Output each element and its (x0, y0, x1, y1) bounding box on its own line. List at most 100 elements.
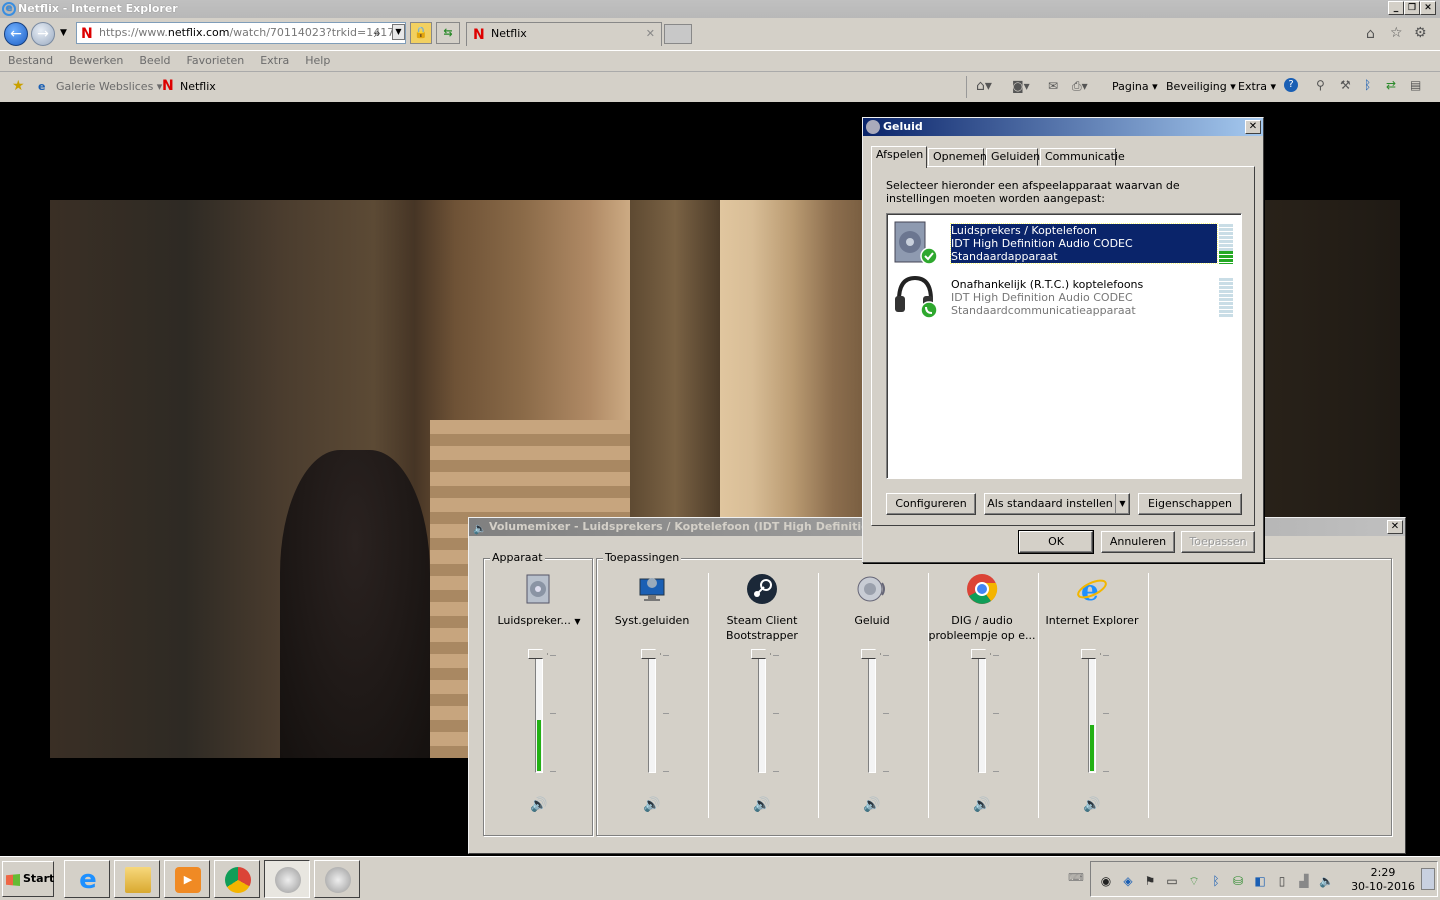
taskbar-chrome[interactable] (214, 860, 260, 898)
device-item-speakers[interactable]: Luidsprekers / Koptelefoon IDT High Defi… (889, 216, 1239, 266)
app-volume-track[interactable] (978, 655, 986, 773)
network-icon[interactable]: ⛁ (1231, 874, 1245, 888)
chevron-down-icon[interactable]: ▼ (1115, 494, 1129, 514)
taskbar-media-player[interactable]: ▶ (164, 860, 210, 898)
back-button[interactable]: ← (4, 22, 28, 46)
power-icon[interactable]: ▯ (1275, 874, 1289, 888)
gear-icon[interactable]: ⚙ (1414, 25, 1427, 41)
taskbar-ie[interactable]: e (64, 860, 110, 898)
apply-button[interactable]: Toepassen (1181, 531, 1255, 553)
device-volume-track[interactable] (535, 655, 543, 773)
home-cmd-icon[interactable]: ⌂▾ (976, 78, 992, 94)
mute-speaker-icon[interactable]: 🔊 (1082, 797, 1102, 813)
bluetooth-icon[interactable]: ᛒ (1364, 78, 1371, 92)
show-desktop-button[interactable] (1421, 868, 1435, 890)
set-default-button[interactable]: Als standaard instellen ▼ (984, 493, 1130, 515)
device-name[interactable]: Luidspreker... ▼ (484, 613, 594, 629)
ok-button[interactable]: OK (1018, 530, 1094, 554)
app-volume-slider[interactable] (641, 649, 661, 659)
menu-bestand[interactable]: Bestand (0, 51, 61, 71)
restore-button[interactable]: ❐ (1404, 1, 1420, 15)
clock[interactable]: 2:29 30-10-2016 (1351, 866, 1415, 894)
taskbar-sound[interactable] (264, 860, 310, 898)
refresh-icon[interactable]: ⇆ (436, 22, 460, 44)
lock-icon[interactable]: 🔒 (410, 22, 432, 44)
tab-geluiden[interactable]: Geluiden (986, 148, 1040, 166)
tab-communicatie[interactable]: Communicatie (1040, 148, 1125, 166)
new-tab-button[interactable] (664, 24, 692, 44)
mute-speaker-icon[interactable]: 🔊 (752, 797, 772, 813)
device-volume-slider[interactable] (528, 649, 548, 659)
app-volume-slider[interactable] (971, 649, 991, 659)
send-icon[interactable]: ⇄ (1386, 78, 1396, 92)
clock-time: 2:29 (1370, 866, 1396, 879)
history-dropdown-icon[interactable]: ▼ (60, 28, 67, 38)
configure-button[interactable]: Configureren (886, 493, 976, 515)
steam-tray-icon[interactable]: ◉ (1099, 874, 1113, 888)
mute-speaker-icon[interactable]: 🔊 (642, 797, 662, 813)
search-icon[interactable]: ⌕ (374, 26, 381, 41)
close-button[interactable]: ✕ (1420, 1, 1436, 15)
app-volume-track[interactable] (1088, 655, 1096, 773)
app-volume-slider[interactable] (861, 649, 881, 659)
chrome-icon (967, 574, 998, 604)
address-bar[interactable]: N https://www.netflix.com/watch/70114023… (76, 22, 406, 44)
sound-close-button[interactable]: ✕ (1245, 120, 1261, 134)
tab-netflix[interactable]: N Netflix ✕ (466, 22, 662, 46)
bluetooth-tray-icon[interactable]: ᛒ (1209, 874, 1223, 888)
close-tab-icon[interactable]: ✕ (646, 23, 655, 45)
tools-menu[interactable]: Extra ▾ (1238, 80, 1276, 93)
home-icon[interactable]: ⌂ (1366, 26, 1375, 42)
playback-device-list[interactable]: Luidsprekers / Koptelefoon IDT High Defi… (886, 213, 1242, 479)
security-menu[interactable]: Beveiliging ▾ (1166, 80, 1236, 93)
app-volume-slider[interactable] (1081, 649, 1101, 659)
menu-favorieten[interactable]: Favorieten (179, 51, 253, 71)
favorites-star-icon[interactable]: ☆ (1390, 25, 1403, 41)
volume-tray-icon[interactable]: 🔈 (1319, 874, 1334, 888)
menu-help[interactable]: Help (297, 51, 338, 71)
menu-bewerken[interactable]: Bewerken (61, 51, 131, 71)
cancel-button[interactable]: Annuleren (1101, 531, 1175, 553)
tab-afspelen[interactable]: Afspelen (871, 146, 927, 168)
app-volume-track[interactable] (648, 655, 656, 773)
chevron-down-icon: ▼ (574, 617, 581, 626)
print-icon[interactable]: ⎙▾ (1072, 79, 1088, 94)
app-volume-track[interactable] (758, 655, 766, 773)
menu-extra[interactable]: Extra (252, 51, 297, 71)
taskbar-explorer[interactable] (114, 860, 160, 898)
app-volume-slider[interactable] (751, 649, 771, 659)
menu-beeld[interactable]: Beeld (131, 51, 178, 71)
action-center-icon[interactable]: ◧ (1253, 874, 1267, 888)
wifi-icon[interactable]: ⌔ (1187, 874, 1201, 888)
device-mute-speaker-icon[interactable]: 🔊 (529, 797, 549, 813)
help-icon[interactable]: ? (1284, 78, 1298, 92)
set-default-label: Als standaard instellen (987, 497, 1113, 510)
settings-addon-icon[interactable]: ⚒ (1340, 78, 1351, 92)
onenote-icon[interactable]: ▤ (1410, 78, 1421, 92)
sound-titlebar[interactable]: Geluid ✕ (863, 118, 1263, 136)
mail-icon[interactable]: ✉ (1048, 79, 1058, 93)
signal-icon[interactable]: ▟ (1297, 874, 1311, 888)
fav-netflix-link[interactable]: Netflix (180, 80, 216, 93)
forward-button[interactable]: → (31, 22, 55, 46)
research-icon[interactable]: ⚲ (1316, 78, 1325, 92)
shield-icon[interactable]: ◈ (1121, 874, 1135, 888)
tab-opnemen[interactable]: Opnemen (928, 148, 987, 166)
monitor-icon[interactable]: ▭ (1165, 874, 1179, 888)
minimize-button[interactable]: _ (1388, 1, 1404, 15)
device-item-headphones[interactable]: Onafhankelijk (R.T.C.) koptelefoons IDT … (889, 270, 1239, 320)
mute-speaker-icon[interactable]: 🔊 (862, 797, 882, 813)
mixer-close-button[interactable]: ✕ (1387, 520, 1403, 534)
favorites-icon[interactable]: ★ (12, 78, 25, 94)
flag-icon[interactable]: ⚑ (1143, 874, 1157, 888)
keyboard-icon[interactable]: ⌨ (1068, 871, 1084, 884)
address-dropdown-icon[interactable]: ▼ (392, 24, 405, 40)
fav-gallery-link[interactable]: Galerie Webslices ▾ (56, 80, 162, 93)
app-volume-track[interactable] (868, 655, 876, 773)
start-button[interactable]: Start (2, 861, 54, 897)
properties-button[interactable]: Eigenschappen (1138, 493, 1242, 515)
mute-speaker-icon[interactable]: 🔊 (972, 797, 992, 813)
feeds-icon[interactable]: ◙▾ (1012, 79, 1030, 93)
page-menu[interactable]: Pagina ▾ (1112, 80, 1158, 93)
taskbar-mixer[interactable] (314, 860, 360, 898)
